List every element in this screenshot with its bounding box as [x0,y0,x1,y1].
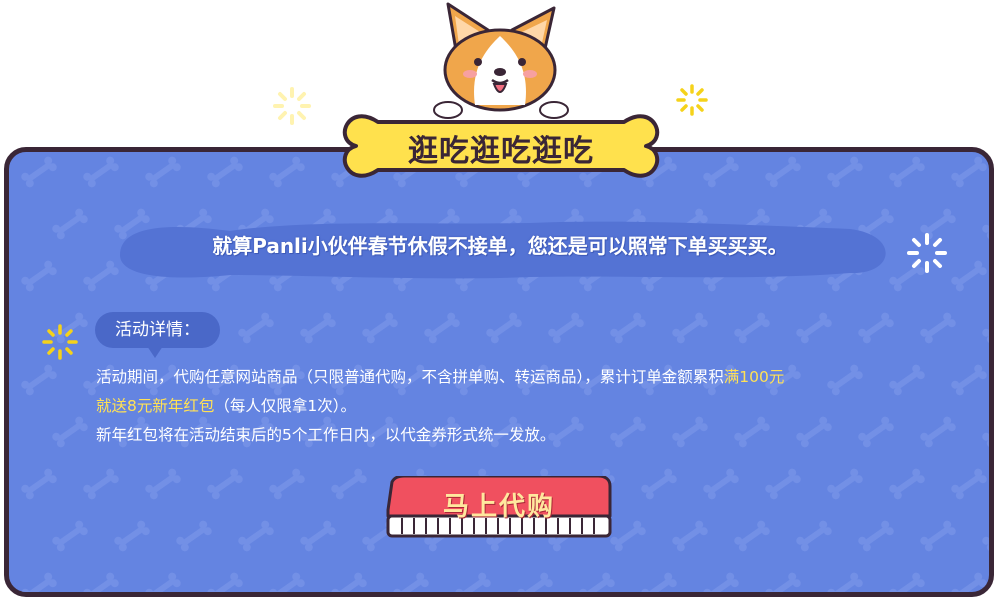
details-highlight-threshold: 满100元 [723,368,785,386]
bone-pattern-mark [19,571,59,592]
bone-pattern-mark [391,571,431,592]
bone-pattern-mark [205,467,245,501]
bone-pattern-mark [794,311,834,345]
bone-pattern-mark [670,311,710,345]
bone-pattern-mark [980,415,989,449]
bone-pattern-mark [887,571,927,592]
bone-pattern-mark [267,467,307,501]
bone-pattern-mark [763,155,803,189]
bone-pattern-mark [19,363,59,397]
bone-pattern-mark [856,519,896,553]
bone-pattern-mark [856,311,896,345]
bone-pattern-mark [515,571,555,592]
bone-pattern-mark [19,259,59,293]
bone-pattern-mark [267,155,307,189]
sparkle-icon [907,233,947,273]
bone-pattern-mark [825,467,865,501]
bone-pattern-mark [329,571,369,592]
bone-pattern-mark [732,311,772,345]
bone-pattern-mark [701,155,741,189]
bone-pattern-mark [825,571,865,592]
bone-pattern-mark [298,519,338,553]
bone-pattern-mark [19,155,59,189]
bone-pattern-mark [143,467,183,501]
details-text: 活动期间，代购任意网站商品（只限普通代购，不含拼单购、转运商品），累计订单金额累… [96,363,916,450]
bone-pattern-mark [918,415,958,449]
bone-pattern-mark [639,571,679,592]
details-highlight-reward: 就送8元新年红包 [96,397,215,415]
bone-pattern-mark [577,571,617,592]
bone-pattern-mark [19,467,59,501]
sparkle-icon [273,87,311,125]
bone-pattern-mark [980,519,989,553]
details-line3: 新年红包将在活动结束后的5个工作日内，以代金券形式统一发放。 [96,426,556,444]
bone-pattern-mark [484,311,524,345]
bone-pattern-mark [949,363,989,397]
bone-pattern-mark [980,311,989,345]
bone-pattern-mark [329,467,369,501]
bone-pattern-mark [298,311,338,345]
bone-pattern-mark [205,155,245,189]
sparkle-icon [42,324,78,360]
bone-pattern-mark [763,571,803,592]
bone-pattern-mark [422,311,462,345]
bone-pattern-mark [918,519,958,553]
bone-pattern-mark [701,467,741,501]
bone-pattern-mark [825,155,865,189]
bone-pattern-mark [763,467,803,501]
bone-pattern-mark [980,207,989,241]
details-line2: （每人仅限拿1次）。 [214,397,356,415]
bone-pattern-mark [81,571,121,592]
bone-pattern-mark [887,467,927,501]
bone-pattern-mark [81,155,121,189]
bone-pattern-mark [639,467,679,501]
headline-text: 就算Panli小伙伴春节休假不接单，您还是可以照常下单买买买。 [212,234,788,258]
bone-pattern-mark [267,571,307,592]
details-tag: 活动详情： [95,312,220,358]
bone-pattern-mark [236,519,276,553]
bone-pattern-mark [236,311,276,345]
sparkle-icon [676,84,708,116]
bone-pattern-mark [50,415,90,449]
bone-pattern-mark [949,571,989,592]
bone-pattern-mark [143,155,183,189]
bone-pattern-mark [949,259,989,293]
bone-pattern-mark [887,155,927,189]
details-line1: 活动期间，代购任意网站商品（只限普通代购，不含拼单购、转运商品），累计订单金额累… [96,368,724,386]
bone-pattern-mark [546,311,586,345]
bone-pattern-mark [453,571,493,592]
bone-pattern-mark [112,519,152,553]
bone-pattern-mark [174,519,214,553]
bone-pattern-mark [143,571,183,592]
bone-pattern-mark [50,207,90,241]
bone-pattern-mark [670,519,710,553]
banner-title: 逛吃逛吃逛吃 [408,134,594,169]
bone-pattern-mark [949,467,989,501]
bone-pattern-mark [949,155,989,189]
bone-pattern-mark [608,311,648,345]
bone-pattern-mark [918,311,958,345]
bone-pattern-mark [50,519,90,553]
bone-pattern-mark [81,467,121,501]
bone-pattern-mark [360,311,400,345]
buy-now-label[interactable]: 马上代购 [384,486,614,523]
bone-pattern-mark [205,571,245,592]
bone-pattern-mark [608,519,648,553]
bone-pattern-mark [701,571,741,592]
bone-pattern-mark [794,519,834,553]
bone-pattern-mark [732,519,772,553]
